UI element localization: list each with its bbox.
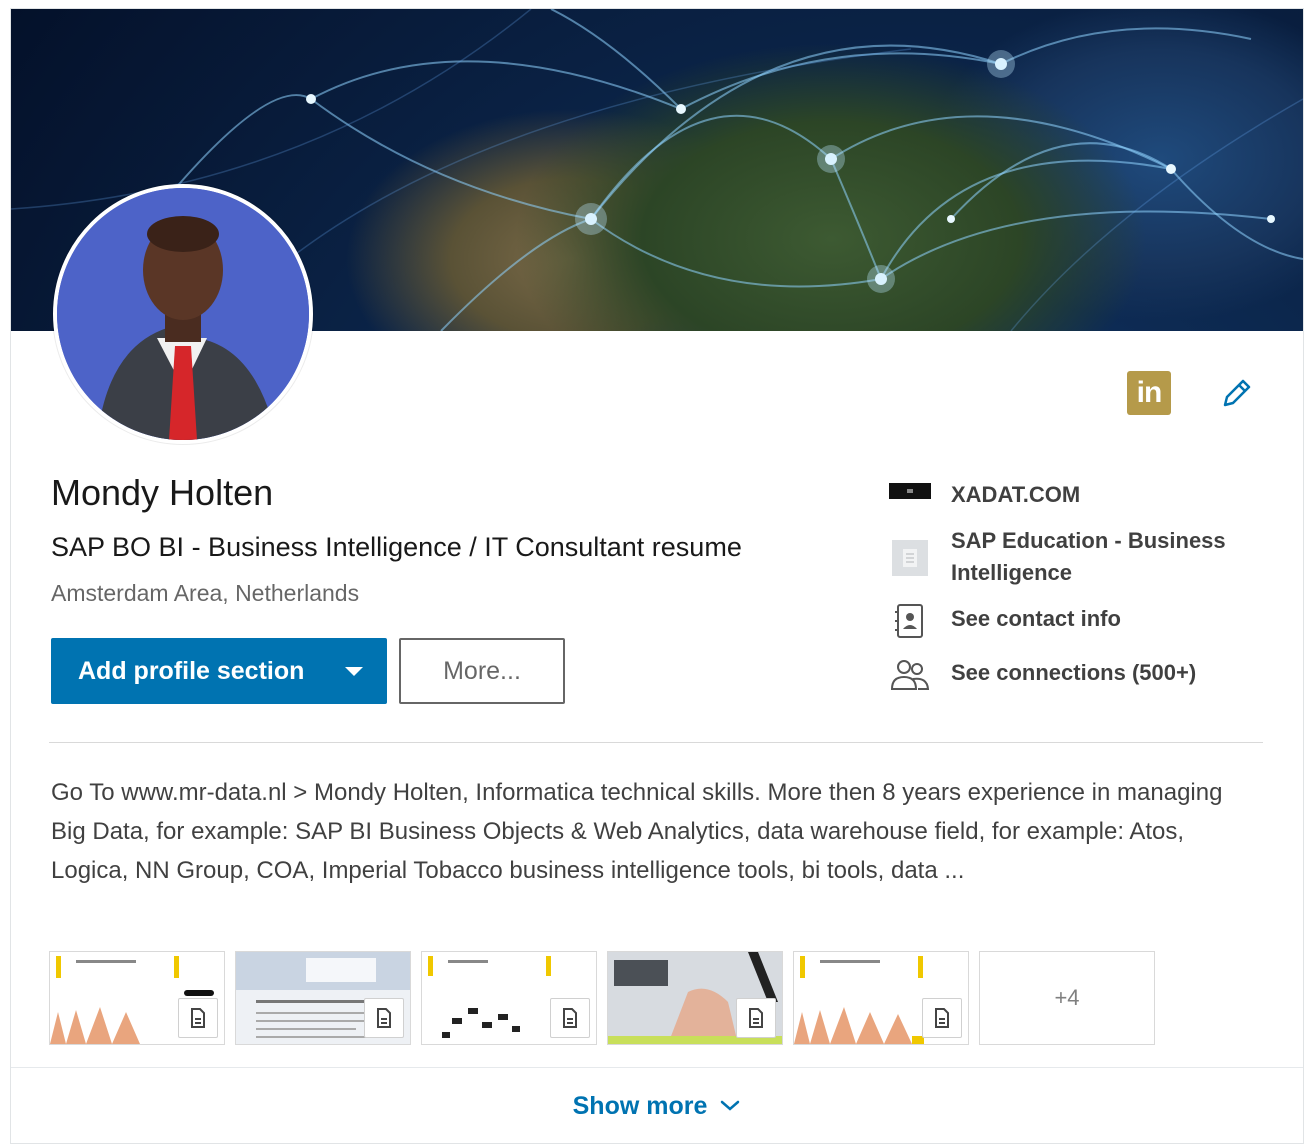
media-thumbnail[interactable]	[793, 951, 969, 1045]
document-icon	[922, 998, 962, 1038]
more-media-button[interactable]: +4	[979, 951, 1155, 1045]
education-item[interactable]: SAP Education - Business Intelligence	[889, 525, 1251, 589]
caret-down-icon	[345, 667, 363, 676]
document-icon	[736, 998, 776, 1038]
see-connections-link[interactable]: See connections (500+)	[951, 657, 1251, 689]
contact-card-icon	[895, 604, 923, 638]
profile-location: Amsterdam Area, Netherlands	[51, 580, 360, 606]
profile-name: Mondy Holten	[51, 472, 274, 513]
person-portrait	[57, 188, 309, 440]
media-thumbnail[interactable]	[607, 951, 783, 1045]
pencil-icon[interactable]	[1219, 377, 1253, 411]
document-icon	[178, 998, 218, 1038]
profile-summary: Go To www.mr-data.nl > Mondy Holten, Inf…	[51, 779, 1223, 884]
add-profile-section-button[interactable]: Add profile section	[51, 638, 387, 704]
media-thumbnail[interactable]	[49, 951, 225, 1045]
show-more-button[interactable]: Show more	[573, 1092, 742, 1121]
section-divider	[49, 742, 1263, 743]
card-footer: Show more	[11, 1067, 1303, 1143]
profile-card: in Mondy Holten SAP BO BI - Business Int…	[10, 8, 1304, 1144]
company-name[interactable]: XADAT.COM	[951, 479, 1251, 511]
connections-item[interactable]: See connections (500+)	[889, 657, 1251, 693]
profile-photo[interactable]	[53, 184, 313, 444]
profile-headline: SAP BO BI - Business Intelligence / IT C…	[51, 532, 742, 562]
media-thumbnail[interactable]	[421, 951, 597, 1045]
contact-info-item[interactable]: See contact info	[889, 603, 1251, 639]
company-logo-icon	[889, 483, 931, 499]
media-thumbnail[interactable]	[235, 951, 411, 1045]
show-more-label: Show more	[572, 1091, 708, 1120]
connections-icon	[890, 660, 930, 690]
current-company[interactable]: XADAT.COM	[889, 479, 1251, 511]
see-contact-info-link[interactable]: See contact info	[951, 603, 1251, 635]
add-profile-section-label: Add profile section	[78, 656, 305, 685]
education-name[interactable]: SAP Education - Business Intelligence	[951, 525, 1251, 589]
document-icon	[364, 998, 404, 1038]
school-icon	[892, 540, 928, 576]
more-button[interactable]: More...	[399, 638, 565, 704]
document-icon	[550, 998, 590, 1038]
chevron-down-icon	[721, 1100, 740, 1111]
linkedin-icon[interactable]: in	[1127, 371, 1171, 415]
